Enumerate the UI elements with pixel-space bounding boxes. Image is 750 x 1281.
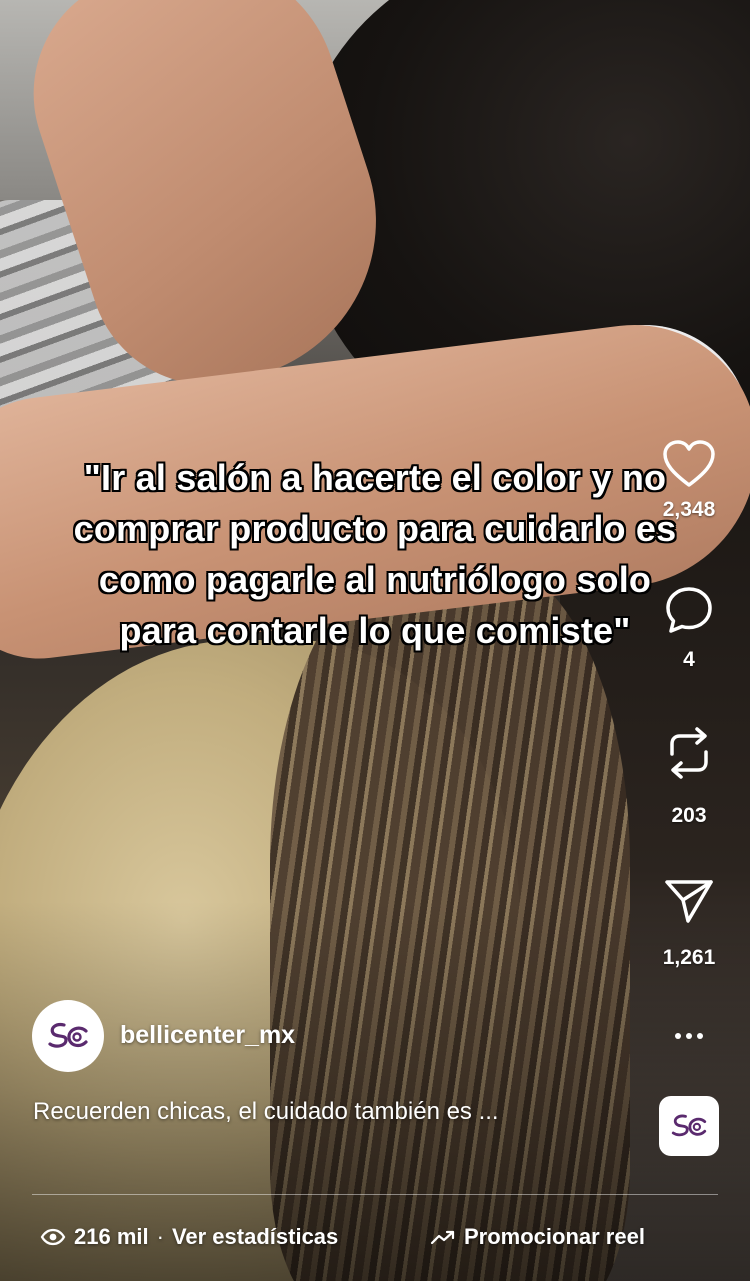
paper-plane-icon[interactable] xyxy=(662,876,716,926)
video-overlay-text: "Ir al salón a hacerte el color y no com… xyxy=(73,457,677,651)
separator: · xyxy=(156,1224,164,1249)
bellicenter-logo-icon xyxy=(48,1022,88,1048)
promote-reel-button[interactable]: Promocionar reel xyxy=(430,1224,645,1250)
like-action[interactable]: 2,348 xyxy=(648,438,730,522)
promote-label: Promocionar reel xyxy=(464,1224,645,1249)
dot xyxy=(686,1033,692,1039)
dot xyxy=(675,1033,681,1039)
like-count: 2,348 xyxy=(662,498,716,521)
heart-icon[interactable] xyxy=(661,438,717,490)
dot xyxy=(697,1033,703,1039)
stats-label: Ver estadísticas xyxy=(171,1224,339,1249)
comment-action[interactable]: 4 xyxy=(648,584,730,672)
comment-count: 4 xyxy=(683,648,695,671)
eye-icon xyxy=(40,1228,66,1246)
audio-thumbnail[interactable] xyxy=(659,1096,719,1156)
trending-up-icon xyxy=(430,1230,455,1245)
view-stats-link[interactable]: 216 mil · Ver estadísticas xyxy=(40,1224,338,1250)
comment-bubble-icon[interactable] xyxy=(663,584,715,636)
view-count: 216 mil xyxy=(74,1224,149,1249)
share-action[interactable]: 1,261 xyxy=(648,876,730,970)
more-dots-icon[interactable] xyxy=(664,1018,714,1054)
share-count: 1,261 xyxy=(662,946,716,969)
repost-count: 203 xyxy=(671,804,707,827)
account-username[interactable]: bellicenter_mx xyxy=(120,1021,295,1050)
repost-icon[interactable] xyxy=(664,724,714,782)
post-caption[interactable]: Recuerden chicas, el cuidado también es … xyxy=(33,1098,499,1126)
account-avatar[interactable] xyxy=(32,1000,104,1072)
divider xyxy=(32,1194,718,1195)
repost-action[interactable]: 203 xyxy=(648,724,730,828)
bellicenter-logo-icon xyxy=(671,1114,707,1137)
